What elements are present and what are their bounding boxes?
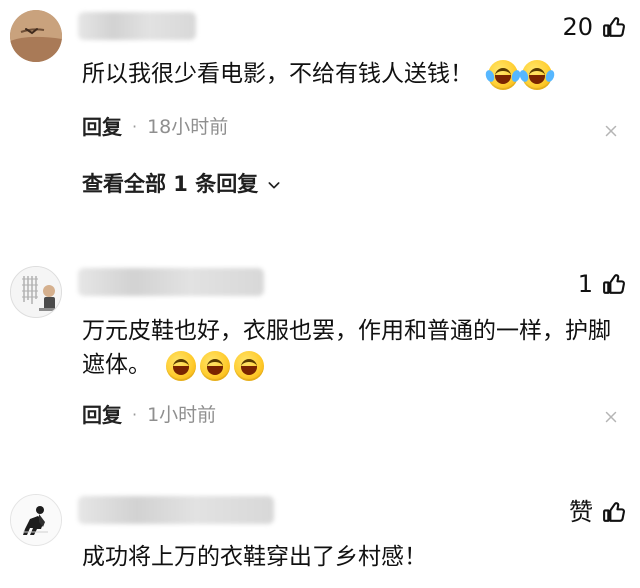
like-control[interactable]: 赞 — [569, 495, 626, 529]
avatar[interactable] — [10, 494, 62, 546]
thumb-up-icon[interactable] — [601, 500, 626, 525]
comment-body: 成功将上万的衣鞋穿出了乡村感！ — [82, 544, 427, 570]
comment-text: 成功将上万的衣鞋穿出了乡村感！ — [82, 540, 614, 574]
username-blurred[interactable] — [78, 496, 274, 524]
comment-item-3: 赞 成功将上万的衣鞋穿出了乡村感！ — [0, 0, 640, 588]
like-count: 赞 — [569, 498, 593, 526]
horse-rider-avatar-icon — [11, 495, 61, 545]
